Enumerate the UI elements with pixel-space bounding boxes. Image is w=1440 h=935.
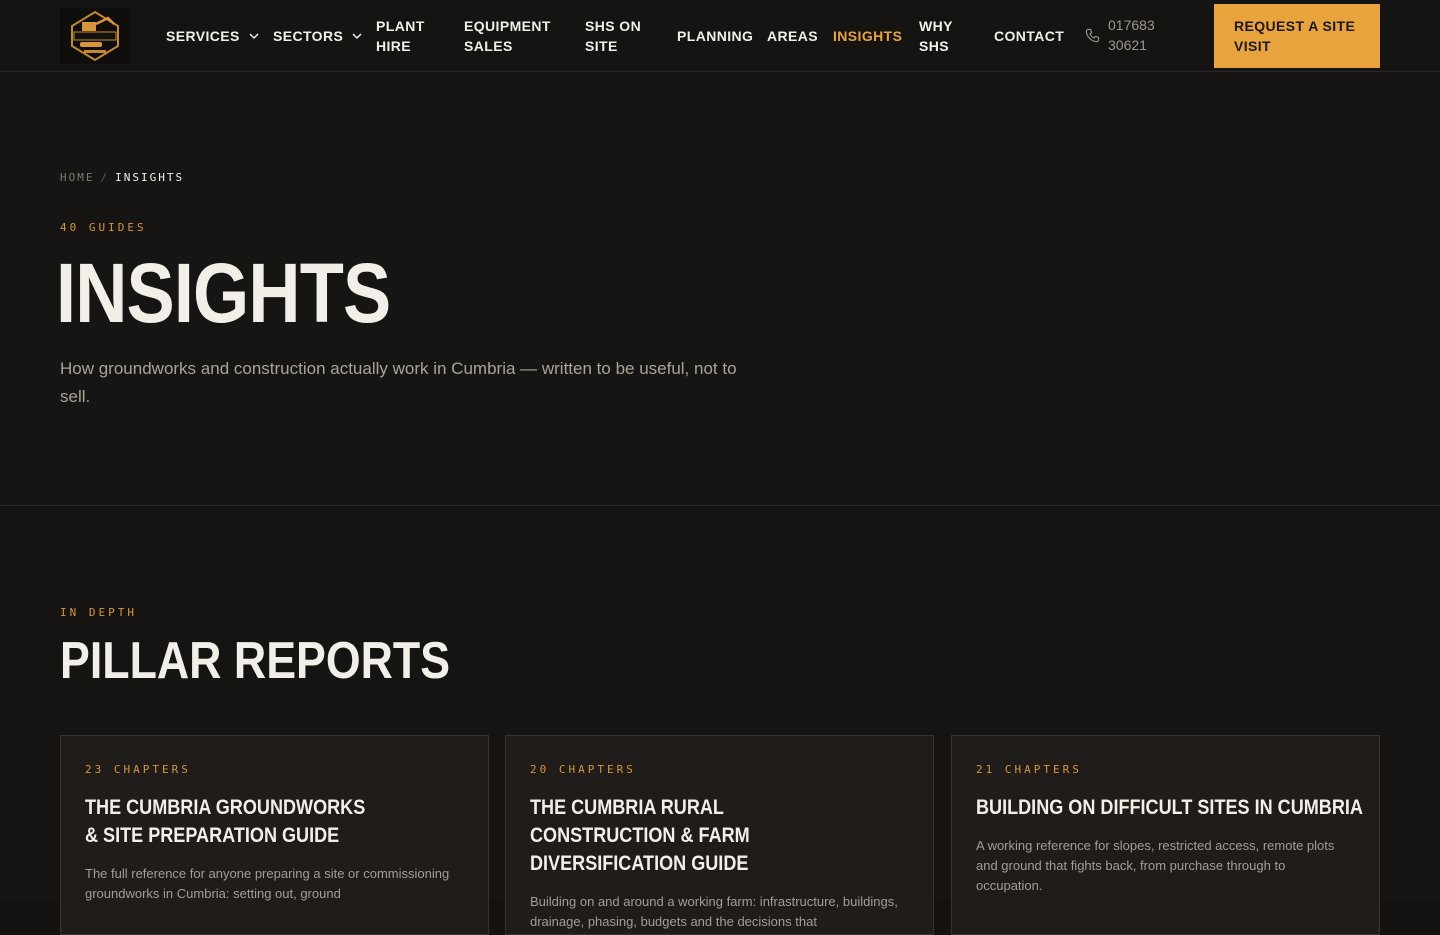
page-title: INSIGHTS	[56, 246, 391, 340]
breadcrumb-home[interactable]: HOME	[60, 171, 95, 184]
pillar-card-rural[interactable]: 20 CHAPTERS THE CUMBRIA RURAL CONSTRUCTI…	[505, 735, 934, 935]
nav-services[interactable]: SERVICES	[166, 26, 260, 46]
breadcrumb: HOME / INSIGHTS	[60, 171, 184, 184]
phone-icon	[1085, 28, 1100, 42]
card-chapters: 23 CHAPTERS	[85, 763, 191, 776]
breadcrumb-separator: /	[100, 171, 110, 184]
nav-equipment-sales-label: EQUIPMENT SALES	[464, 18, 551, 54]
nav-plant-hire-label: PLANT HIRE	[376, 18, 425, 54]
pillar-card-difficult-sites[interactable]: 21 CHAPTERS BUILDING ON DIFFICULT SITES …	[951, 735, 1380, 935]
nav-contact[interactable]: CONTACT	[994, 26, 1064, 46]
nav-why-shs[interactable]: WHY SHS	[919, 16, 959, 56]
nav-why-shs-label: WHY SHS	[919, 18, 953, 54]
nav-insights-label: INSIGHTS	[833, 28, 903, 44]
guides-count: 40 GUIDES	[60, 221, 147, 234]
breadcrumb-current: INSIGHTS	[115, 171, 185, 184]
hero-section: HOME / INSIGHTS 40 GUIDES INSIGHTS How gro…	[0, 73, 1440, 506]
nav-insights[interactable]: INSIGHTS	[833, 26, 902, 46]
card-chapters: 20 CHAPTERS	[530, 763, 636, 776]
section-eyebrow: IN DEPTH	[60, 606, 137, 619]
request-site-visit-button[interactable]: REQUEST A SITE VISIT	[1214, 4, 1380, 68]
nav-services-label: SERVICES	[166, 28, 240, 44]
nav-sectors-label: SECTORS	[273, 28, 344, 44]
pillar-reports-section: IN DEPTH PILLAR REPORTS 23 CHAPTERS THE …	[0, 507, 1440, 935]
chevron-down-icon	[249, 33, 259, 40]
nav-shs-on-site[interactable]: SHS ON SITE	[585, 16, 645, 56]
phone-number: 017683 30621	[1108, 17, 1155, 53]
nav-sectors[interactable]: SECTORS	[273, 26, 363, 46]
nav-equipment-sales[interactable]: EQUIPMENT SALES	[464, 16, 550, 56]
page-subtitle: How groundworks and construction actuall…	[60, 359, 737, 406]
chevron-down-icon	[352, 33, 362, 40]
card-description: A working reference for slopes, restrict…	[976, 838, 1335, 893]
nav-plant-hire[interactable]: PLANT HIRE	[376, 16, 432, 56]
card-title[interactable]: BUILDING ON DIFFICULT SITES IN CUMBRIA	[976, 794, 1363, 822]
nav-contact-label: CONTACT	[994, 28, 1065, 44]
nav-areas-label: AREAS	[767, 28, 819, 44]
excavator-logo-icon	[60, 8, 130, 64]
site-header: SERVICES SECTORS PLANT HIRE EQUIPMENT SA…	[0, 0, 1440, 72]
card-title[interactable]: THE CUMBRIA RURAL CONSTRUCTION & FARM DI…	[530, 794, 857, 878]
nav-planning-label: PLANNING	[677, 28, 754, 44]
card-description: The full reference for anyone preparing …	[85, 866, 450, 901]
section-title: PILLAR REPORTS	[60, 632, 451, 690]
pillar-card-groundworks[interactable]: 23 CHAPTERS THE CUMBRIA GROUNDWORKS & SI…	[60, 735, 489, 935]
company-logo[interactable]	[60, 8, 130, 64]
nav-areas[interactable]: AREAS	[767, 26, 818, 46]
nav-shs-on-site-label: SHS ON SITE	[585, 18, 642, 54]
phone-link[interactable]: 017683 30621	[1085, 15, 1168, 55]
card-title[interactable]: THE CUMBRIA GROUNDWORKS & SITE PREPARATI…	[85, 794, 369, 850]
nav-planning[interactable]: PLANNING	[677, 26, 753, 46]
card-description: Building on and around a working farm: i…	[530, 894, 898, 929]
card-chapters: 21 CHAPTERS	[976, 763, 1082, 776]
